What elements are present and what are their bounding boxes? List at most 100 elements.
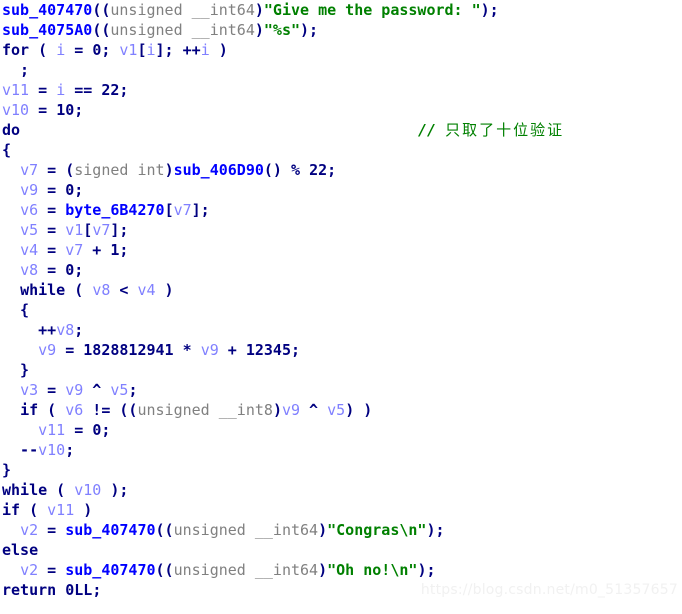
token-var: v4	[137, 281, 156, 299]
token-var: v10	[74, 481, 102, 499]
token-punct: ]; ++	[155, 41, 201, 59]
code-line[interactable]: while ( v10 );	[0, 480, 682, 500]
token-var: v8	[92, 281, 111, 299]
code-line[interactable]: v5 = v1[v7];	[0, 220, 682, 240]
code-body[interactable]: sub_407470((unsigned __int64)"Give me th…	[0, 0, 682, 600]
code-line[interactable]: ;	[0, 60, 682, 80]
token-keyword: else	[2, 541, 39, 559]
token-punct: {	[2, 141, 12, 159]
token-var: v9	[20, 181, 39, 199]
code-line[interactable]: if ( v11 )	[0, 500, 682, 520]
token-punct: ((	[155, 521, 174, 539]
token-punct: ((	[155, 561, 174, 579]
token-punct: ;	[128, 381, 138, 399]
token-var: v10	[38, 441, 66, 459]
token-number: 12345	[245, 341, 291, 359]
token-punct: )	[318, 521, 328, 539]
code-line[interactable]: v2 = sub_407470((unsigned __int64)"Congr…	[0, 520, 682, 540]
token-func[interactable]: sub_407470	[65, 521, 155, 539]
token-var: v2	[20, 561, 39, 579]
pseudocode-view[interactable]: sub_407470((unsigned __int64)"Give me th…	[0, 0, 682, 614]
token-punct: ;	[119, 81, 129, 99]
token-var: i	[200, 41, 210, 59]
code-line[interactable]: sub_407470((unsigned __int64)"Give me th…	[0, 0, 682, 20]
token-punct: ;	[74, 261, 84, 279]
token-var: i	[56, 81, 66, 99]
code-line[interactable]: do // 只取了十位验证	[0, 120, 682, 140]
token-type: unsigned __int64	[110, 1, 255, 19]
token-punct: ;	[327, 161, 337, 179]
code-line[interactable]: --v10;	[0, 440, 682, 460]
code-line[interactable]: v11 = 0;	[0, 420, 682, 440]
code-line[interactable]: v6 = byte_6B4270[v7];	[0, 200, 682, 220]
code-line[interactable]: else	[0, 540, 682, 560]
token-punct	[2, 341, 38, 359]
token-func[interactable]: sub_4075A0	[2, 21, 92, 39]
token-punct: ];	[110, 221, 129, 239]
code-line[interactable]: v8 = 0;	[0, 260, 682, 280]
code-line[interactable]: {	[0, 140, 682, 160]
code-line[interactable]: ++v8;	[0, 320, 682, 340]
code-line[interactable]: v11 = i == 22;	[0, 80, 682, 100]
token-punct: ];	[191, 201, 210, 219]
token-punct: <	[110, 281, 138, 299]
token-punct: +	[218, 341, 246, 359]
token-number: 10	[56, 101, 75, 119]
token-var: v9	[281, 401, 301, 419]
code-line[interactable]: v7 = (signed int)sub_406D90() % 22;	[0, 160, 682, 180]
token-punct	[2, 561, 20, 579]
code-line[interactable]: v9 = 0;	[0, 180, 682, 200]
inline-comment[interactable]: // 只取了十位验证	[418, 120, 564, 140]
token-punct: [	[137, 41, 147, 59]
token-punct	[2, 521, 20, 539]
token-punct: ;	[65, 441, 75, 459]
token-punct	[2, 181, 20, 199]
token-punct: =	[38, 261, 66, 279]
code-line[interactable]: }	[0, 460, 682, 480]
token-punct	[2, 161, 20, 179]
token-punct: );	[101, 481, 129, 499]
token-punct	[2, 281, 20, 299]
code-line[interactable]: v4 = v7 + 1;	[0, 240, 682, 260]
token-var: v1	[65, 221, 84, 239]
token-punct: ==	[65, 81, 102, 99]
token-number: 22	[101, 81, 120, 99]
token-punct: ;	[74, 321, 84, 339]
token-var: v11	[38, 421, 66, 439]
code-line[interactable]: return 0LL;	[0, 580, 682, 600]
token-punct: ++	[2, 321, 57, 339]
code-line[interactable]: }	[0, 360, 682, 380]
token-keyword: do	[2, 121, 21, 139]
token-punct: ;	[2, 61, 30, 79]
code-line[interactable]: v2 = sub_407470((unsigned __int64)"Oh no…	[0, 560, 682, 580]
token-var: v9	[200, 341, 219, 359]
code-line[interactable]: v10 = 10;	[0, 100, 682, 120]
token-global[interactable]: byte_6B4270	[65, 201, 164, 219]
code-line[interactable]: if ( v6 != ((unsigned __int8)v9 ^ v5) )	[0, 400, 682, 420]
token-var: v11	[47, 501, 75, 519]
token-punct	[2, 241, 20, 259]
token-punct: ;	[291, 341, 301, 359]
token-punct: (	[47, 481, 75, 499]
token-punct: (	[20, 501, 48, 519]
comment-marker: //	[418, 121, 446, 139]
token-string: "Congras\n"	[327, 521, 427, 539]
token-var: v11	[2, 81, 30, 99]
code-line[interactable]: v9 = 1828812941 * v9 + 12345;	[0, 340, 682, 360]
token-keyword: if	[2, 501, 21, 519]
code-line[interactable]: sub_4075A0((unsigned __int64)"%s");	[0, 20, 682, 40]
token-func[interactable]: sub_407470	[65, 561, 155, 579]
code-line[interactable]: while ( v8 < v4 )	[0, 280, 682, 300]
token-keyword: for	[2, 41, 30, 59]
token-var: v8	[56, 321, 75, 339]
code-line[interactable]: {	[0, 300, 682, 320]
code-line[interactable]: for ( i = 0; v1[i]; ++i )	[0, 40, 682, 60]
token-punct: }	[2, 461, 12, 479]
token-func[interactable]: sub_407470	[2, 1, 92, 19]
token-func[interactable]: sub_406D90	[174, 161, 264, 179]
code-line[interactable]: v3 = v9 ^ v5;	[0, 380, 682, 400]
token-var: v8	[20, 261, 39, 279]
token-type: signed int	[74, 161, 165, 179]
token-number: 0	[65, 181, 75, 199]
token-punct	[2, 381, 20, 399]
